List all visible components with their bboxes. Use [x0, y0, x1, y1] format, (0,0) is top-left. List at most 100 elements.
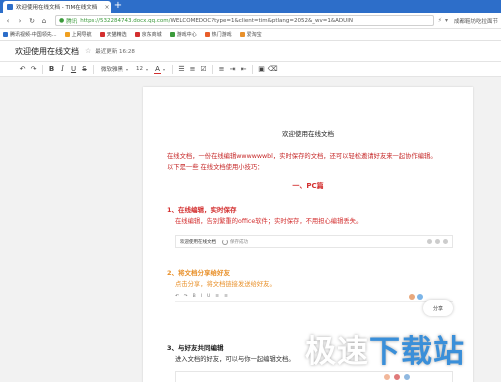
doc-title[interactable]: 欢迎使用在线文档 [15, 46, 79, 57]
chevron-down-icon[interactable]: ▾ [445, 17, 448, 24]
chevron-down-icon[interactable]: ▾ [163, 67, 165, 72]
home-button[interactable]: ⌂ [39, 16, 49, 26]
tip-3-title: 3、与好友共同编辑 [167, 344, 224, 352]
indent-icon[interactable]: ⇥ [227, 65, 238, 73]
clear-format-icon[interactable]: ⌫ [267, 65, 278, 73]
image-icon[interactable]: ▣ [256, 65, 267, 73]
back-button[interactable]: ‹ [3, 16, 13, 26]
bookmark-label: 腾讯视频-中国领先... [10, 32, 57, 38]
demo-screenshot-collab [175, 371, 453, 382]
bookmark-label: 爱淘宝 [246, 32, 262, 38]
undo-button[interactable]: ↶ [17, 65, 28, 73]
mini-undo-icon: ↶ [175, 294, 179, 299]
share-button[interactable]: 分享 [423, 300, 453, 316]
dot-icon [443, 239, 448, 244]
underline-button[interactable]: U [68, 65, 79, 73]
tip-2-title: 2、将文档分享给好友 [167, 269, 231, 277]
page-heading: 欢迎使用在线文档 [282, 130, 334, 138]
tip-2-body: 点击分享，将文档链接发送给好友。 [175, 281, 276, 288]
saved-status: 保存成功 [222, 238, 248, 245]
avatar [409, 293, 415, 300]
font-size-select[interactable]: 12 ▾ [136, 66, 148, 72]
avatar [393, 373, 401, 381]
lock-icon: ● [59, 17, 65, 24]
url-text: https://532284743.docx.qq.com/WELCOMEDOC… [80, 18, 353, 24]
browser-tab-strip: 欢迎使用在线文档 - TIM在线文档 × + [0, 0, 501, 13]
mini-redo-icon: ↷ [183, 294, 188, 299]
secure-label: 腾讯 [66, 18, 78, 25]
font-family-select[interactable]: 微软雅黑 ▾ [101, 65, 128, 74]
redo-button[interactable]: ↷ [28, 65, 39, 73]
demo-screenshot-share: ↶ ↷ B I U ≡ ≡ [175, 292, 453, 302]
format-toolbar: ↶ ↷ B I U S 微软雅黑 ▾ 12 ▾ A ▾ ☰ ≡ ☑ ≡ ⇥ ⇤ ▣ … [0, 62, 501, 77]
bookmark-label: 京东商城 [141, 32, 162, 38]
bookmark-favicon-icon [204, 32, 210, 37]
toolbar-divider [252, 64, 254, 74]
forward-button[interactable]: › [15, 16, 25, 26]
lightning-icon[interactable]: ⚡ [438, 17, 442, 24]
dot-icon [427, 239, 432, 244]
align-icon[interactable]: ≡ [216, 65, 227, 73]
intro-line-1: 在线文档，一份在线编辑wwwwwwbl，实时保存的文档，还可以轻松邀请好友来一起… [167, 153, 437, 160]
demo-icons [427, 239, 448, 244]
tim-favicon-icon [7, 4, 13, 10]
address-bar: ‹ › ↻ ⌂ ● 腾讯 https://532284743.docx.qq.c… [0, 13, 501, 29]
strikethrough-button[interactable]: S [79, 65, 90, 73]
url-input[interactable]: ● 腾讯 https://532284743.docx.qq.com/WELCO… [55, 15, 434, 26]
demo-avatars [409, 293, 423, 300]
watermark-part-2: 下载站 [369, 334, 465, 370]
bookmark-item[interactable]: 京东商城 [134, 31, 162, 38]
bookmark-item[interactable]: 上网导航 [64, 31, 92, 38]
watermark-part-1: 极速 [305, 334, 369, 370]
bookmark-item[interactable]: 热门游戏 [204, 31, 232, 38]
browser-tab[interactable]: 欢迎使用在线文档 - TIM在线文档 × [3, 1, 111, 13]
tip-1-body: 在线编辑，告别繁重的office软件；实时保存，不用担心编辑丢失。 [175, 218, 363, 225]
reload-button[interactable]: ↻ [27, 16, 37, 26]
url-host: https://532284743.docx.qq.com/ [80, 17, 171, 24]
text-color-button[interactable]: A [152, 65, 163, 74]
dot-icon [435, 239, 440, 244]
doc-header: 欢迎使用在线文档 ☆ 最近更新 16:28 [0, 41, 501, 62]
tip-3-body: 进入文档的好友，可以与你一起编辑文档。 [175, 356, 295, 363]
star-icon[interactable]: ☆ [85, 47, 91, 55]
toolbar-divider [93, 64, 94, 74]
bold-button[interactable]: B [46, 65, 57, 73]
new-tab-button[interactable]: + [113, 1, 123, 12]
bookmark-label: 上网导航 [71, 32, 92, 38]
intro-line-2: 以下是一些 在线文档使用小技巧： [167, 164, 264, 171]
mini-underline-icon: U [206, 294, 211, 299]
avatar [403, 373, 411, 381]
bookmark-favicon-icon [3, 32, 8, 37]
last-update: 最近更新 16:28 [95, 49, 135, 55]
bookmark-favicon-icon [99, 32, 105, 37]
bookmark-favicon-icon [134, 32, 140, 37]
tip-1-title: 1、在线编辑，实时保存 [167, 206, 237, 214]
font-size-value: 12 [136, 66, 144, 72]
bookmark-item[interactable]: 爱淘宝 [239, 31, 262, 38]
watermark-logo: 极速下载站 [305, 326, 465, 371]
mini-list-icon: ≡ [215, 294, 220, 299]
close-tab-icon[interactable]: × [103, 4, 111, 11]
bookmark-item[interactable]: 游戏中心 [169, 31, 197, 38]
demo-doc-title: 欢迎使用在线文档 [180, 239, 216, 245]
bookmark-label: 热门游戏 [211, 32, 232, 38]
checklist-icon[interactable]: ☑ [198, 65, 209, 73]
toolbar-divider [212, 64, 214, 74]
toolbar-divider [172, 64, 174, 74]
italic-button[interactable]: I [57, 65, 68, 73]
mini-italic-icon: I [200, 294, 202, 299]
bullet-list-icon[interactable]: ≡ [187, 65, 198, 73]
demo-screenshot-save: 欢迎使用在线文档 保存成功 [175, 235, 453, 248]
font-family-value: 微软雅黑 [101, 67, 124, 73]
bookmark-item[interactable]: 天猫精选 [99, 31, 127, 38]
section-title: 一、PC篇 [292, 182, 324, 190]
url-path: WELCOMEDOC?type=1&client=tim&ptlang=2052… [170, 17, 353, 24]
search-hint[interactable]: 成都鞋坊吃拉面节 [454, 17, 498, 25]
saved-label: 保存成功 [230, 239, 248, 245]
ordered-list-icon[interactable]: ☰ [176, 65, 187, 73]
spinner-icon [222, 238, 228, 245]
bookmark-item[interactable]: 腾讯视频-中国领先... [3, 31, 57, 38]
bookmark-label: 游戏中心 [176, 32, 197, 38]
outdent-icon[interactable]: ⇤ [238, 65, 249, 73]
bookmark-favicon-icon [64, 32, 70, 37]
